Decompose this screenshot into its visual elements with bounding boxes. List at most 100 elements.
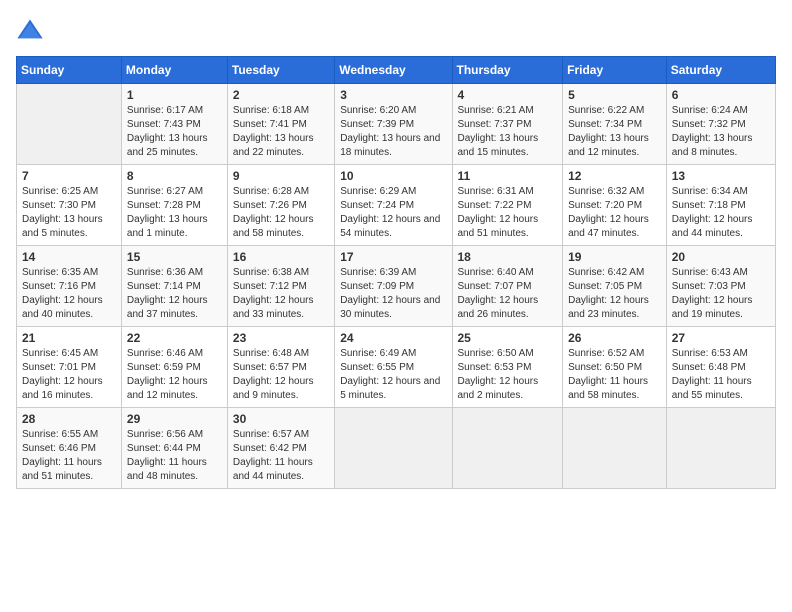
calendar-cell: 13 Sunrise: 6:34 AM Sunset: 7:18 PM Dayl…: [666, 165, 775, 246]
calendar-cell: 1 Sunrise: 6:17 AM Sunset: 7:43 PM Dayli…: [121, 84, 227, 165]
calendar-cell: 26 Sunrise: 6:52 AM Sunset: 6:50 PM Dayl…: [563, 327, 667, 408]
sunrise-label: Sunrise: 6:17 AM: [127, 105, 203, 116]
calendar-table: SundayMondayTuesdayWednesdayThursdayFrid…: [16, 56, 776, 489]
sunrise-label: Sunrise: 6:53 AM: [672, 348, 748, 359]
day-number: 19: [568, 250, 661, 264]
day-info: Sunrise: 6:18 AM Sunset: 7:41 PM Dayligh…: [233, 104, 329, 160]
daylight-label: Daylight: 12 hours and 23 minutes.: [568, 295, 649, 320]
day-info: Sunrise: 6:21 AM Sunset: 7:37 PM Dayligh…: [458, 104, 558, 160]
calendar-cell: 18 Sunrise: 6:40 AM Sunset: 7:07 PM Dayl…: [452, 246, 563, 327]
sunset-label: Sunset: 7:32 PM: [672, 119, 746, 130]
calendar-week-2: 7 Sunrise: 6:25 AM Sunset: 7:30 PM Dayli…: [17, 165, 776, 246]
day-number: 11: [458, 169, 558, 183]
day-info: Sunrise: 6:57 AM Sunset: 6:42 PM Dayligh…: [233, 428, 329, 484]
day-info: Sunrise: 6:42 AM Sunset: 7:05 PM Dayligh…: [568, 266, 661, 322]
day-info: Sunrise: 6:45 AM Sunset: 7:01 PM Dayligh…: [22, 347, 116, 403]
sunrise-label: Sunrise: 6:18 AM: [233, 105, 309, 116]
sunrise-label: Sunrise: 6:28 AM: [233, 186, 309, 197]
daylight-label: Daylight: 12 hours and 30 minutes.: [340, 295, 440, 320]
calendar-week-3: 14 Sunrise: 6:35 AM Sunset: 7:16 PM Dayl…: [17, 246, 776, 327]
calendar-cell: 24 Sunrise: 6:49 AM Sunset: 6:55 PM Dayl…: [335, 327, 452, 408]
day-number: 21: [22, 331, 116, 345]
calendar-cell: 2 Sunrise: 6:18 AM Sunset: 7:41 PM Dayli…: [227, 84, 334, 165]
day-number: 9: [233, 169, 329, 183]
calendar-cell: [17, 84, 122, 165]
calendar-cell: 14 Sunrise: 6:35 AM Sunset: 7:16 PM Dayl…: [17, 246, 122, 327]
calendar-cell: 19 Sunrise: 6:42 AM Sunset: 7:05 PM Dayl…: [563, 246, 667, 327]
calendar-cell: 10 Sunrise: 6:29 AM Sunset: 7:24 PM Dayl…: [335, 165, 452, 246]
sunrise-label: Sunrise: 6:40 AM: [458, 267, 534, 278]
day-number: 10: [340, 169, 446, 183]
day-info: Sunrise: 6:40 AM Sunset: 7:07 PM Dayligh…: [458, 266, 558, 322]
calendar-cell: [666, 408, 775, 489]
day-number: 30: [233, 412, 329, 426]
sunrise-label: Sunrise: 6:49 AM: [340, 348, 416, 359]
sunrise-label: Sunrise: 6:36 AM: [127, 267, 203, 278]
sunset-label: Sunset: 6:55 PM: [340, 362, 414, 373]
sunrise-label: Sunrise: 6:39 AM: [340, 267, 416, 278]
calendar-week-1: 1 Sunrise: 6:17 AM Sunset: 7:43 PM Dayli…: [17, 84, 776, 165]
daylight-label: Daylight: 13 hours and 15 minutes.: [458, 133, 539, 158]
daylight-label: Daylight: 13 hours and 12 minutes.: [568, 133, 649, 158]
day-number: 23: [233, 331, 329, 345]
calendar-week-4: 21 Sunrise: 6:45 AM Sunset: 7:01 PM Dayl…: [17, 327, 776, 408]
sunrise-label: Sunrise: 6:20 AM: [340, 105, 416, 116]
day-info: Sunrise: 6:17 AM Sunset: 7:43 PM Dayligh…: [127, 104, 222, 160]
day-number: 29: [127, 412, 222, 426]
sunset-label: Sunset: 6:53 PM: [458, 362, 532, 373]
day-info: Sunrise: 6:43 AM Sunset: 7:03 PM Dayligh…: [672, 266, 770, 322]
sunset-label: Sunset: 7:30 PM: [22, 200, 96, 211]
day-number: 12: [568, 169, 661, 183]
sunset-label: Sunset: 7:09 PM: [340, 281, 414, 292]
day-header-tuesday: Tuesday: [227, 57, 334, 84]
sunset-label: Sunset: 7:16 PM: [22, 281, 96, 292]
sunset-label: Sunset: 7:26 PM: [233, 200, 307, 211]
page-header: [16, 16, 776, 44]
daylight-label: Daylight: 13 hours and 18 minutes.: [340, 133, 440, 158]
daylight-label: Daylight: 12 hours and 2 minutes.: [458, 376, 539, 401]
sunrise-label: Sunrise: 6:57 AM: [233, 429, 309, 440]
daylight-label: Daylight: 12 hours and 12 minutes.: [127, 376, 208, 401]
daylight-label: Daylight: 12 hours and 5 minutes.: [340, 376, 440, 401]
daylight-label: Daylight: 13 hours and 22 minutes.: [233, 133, 314, 158]
day-header-friday: Friday: [563, 57, 667, 84]
sunset-label: Sunset: 7:24 PM: [340, 200, 414, 211]
sunset-label: Sunset: 6:50 PM: [568, 362, 642, 373]
day-header-monday: Monday: [121, 57, 227, 84]
calendar-cell: 16 Sunrise: 6:38 AM Sunset: 7:12 PM Dayl…: [227, 246, 334, 327]
day-number: 15: [127, 250, 222, 264]
sunset-label: Sunset: 6:57 PM: [233, 362, 307, 373]
daylight-label: Daylight: 13 hours and 8 minutes.: [672, 133, 753, 158]
daylight-label: Daylight: 12 hours and 51 minutes.: [458, 214, 539, 239]
calendar-cell: 28 Sunrise: 6:55 AM Sunset: 6:46 PM Dayl…: [17, 408, 122, 489]
calendar-cell: 11 Sunrise: 6:31 AM Sunset: 7:22 PM Dayl…: [452, 165, 563, 246]
sunrise-label: Sunrise: 6:56 AM: [127, 429, 203, 440]
day-info: Sunrise: 6:53 AM Sunset: 6:48 PM Dayligh…: [672, 347, 770, 403]
sunset-label: Sunset: 7:37 PM: [458, 119, 532, 130]
daylight-label: Daylight: 13 hours and 1 minute.: [127, 214, 208, 239]
calendar-cell: 25 Sunrise: 6:50 AM Sunset: 6:53 PM Dayl…: [452, 327, 563, 408]
sunset-label: Sunset: 7:01 PM: [22, 362, 96, 373]
sunrise-label: Sunrise: 6:43 AM: [672, 267, 748, 278]
sunrise-label: Sunrise: 6:24 AM: [672, 105, 748, 116]
day-info: Sunrise: 6:35 AM Sunset: 7:16 PM Dayligh…: [22, 266, 116, 322]
sunset-label: Sunset: 7:18 PM: [672, 200, 746, 211]
sunset-label: Sunset: 6:59 PM: [127, 362, 201, 373]
calendar-cell: 22 Sunrise: 6:46 AM Sunset: 6:59 PM Dayl…: [121, 327, 227, 408]
sunrise-label: Sunrise: 6:46 AM: [127, 348, 203, 359]
day-info: Sunrise: 6:28 AM Sunset: 7:26 PM Dayligh…: [233, 185, 329, 241]
calendar-cell: 9 Sunrise: 6:28 AM Sunset: 7:26 PM Dayli…: [227, 165, 334, 246]
day-info: Sunrise: 6:20 AM Sunset: 7:39 PM Dayligh…: [340, 104, 446, 160]
calendar-cell: 6 Sunrise: 6:24 AM Sunset: 7:32 PM Dayli…: [666, 84, 775, 165]
daylight-label: Daylight: 12 hours and 54 minutes.: [340, 214, 440, 239]
day-header-sunday: Sunday: [17, 57, 122, 84]
calendar-cell: 12 Sunrise: 6:32 AM Sunset: 7:20 PM Dayl…: [563, 165, 667, 246]
day-header-wednesday: Wednesday: [335, 57, 452, 84]
daylight-label: Daylight: 11 hours and 58 minutes.: [568, 376, 648, 401]
sunset-label: Sunset: 7:43 PM: [127, 119, 201, 130]
daylight-label: Daylight: 12 hours and 33 minutes.: [233, 295, 314, 320]
day-number: 1: [127, 88, 222, 102]
daylight-label: Daylight: 12 hours and 44 minutes.: [672, 214, 753, 239]
day-number: 28: [22, 412, 116, 426]
day-info: Sunrise: 6:29 AM Sunset: 7:24 PM Dayligh…: [340, 185, 446, 241]
